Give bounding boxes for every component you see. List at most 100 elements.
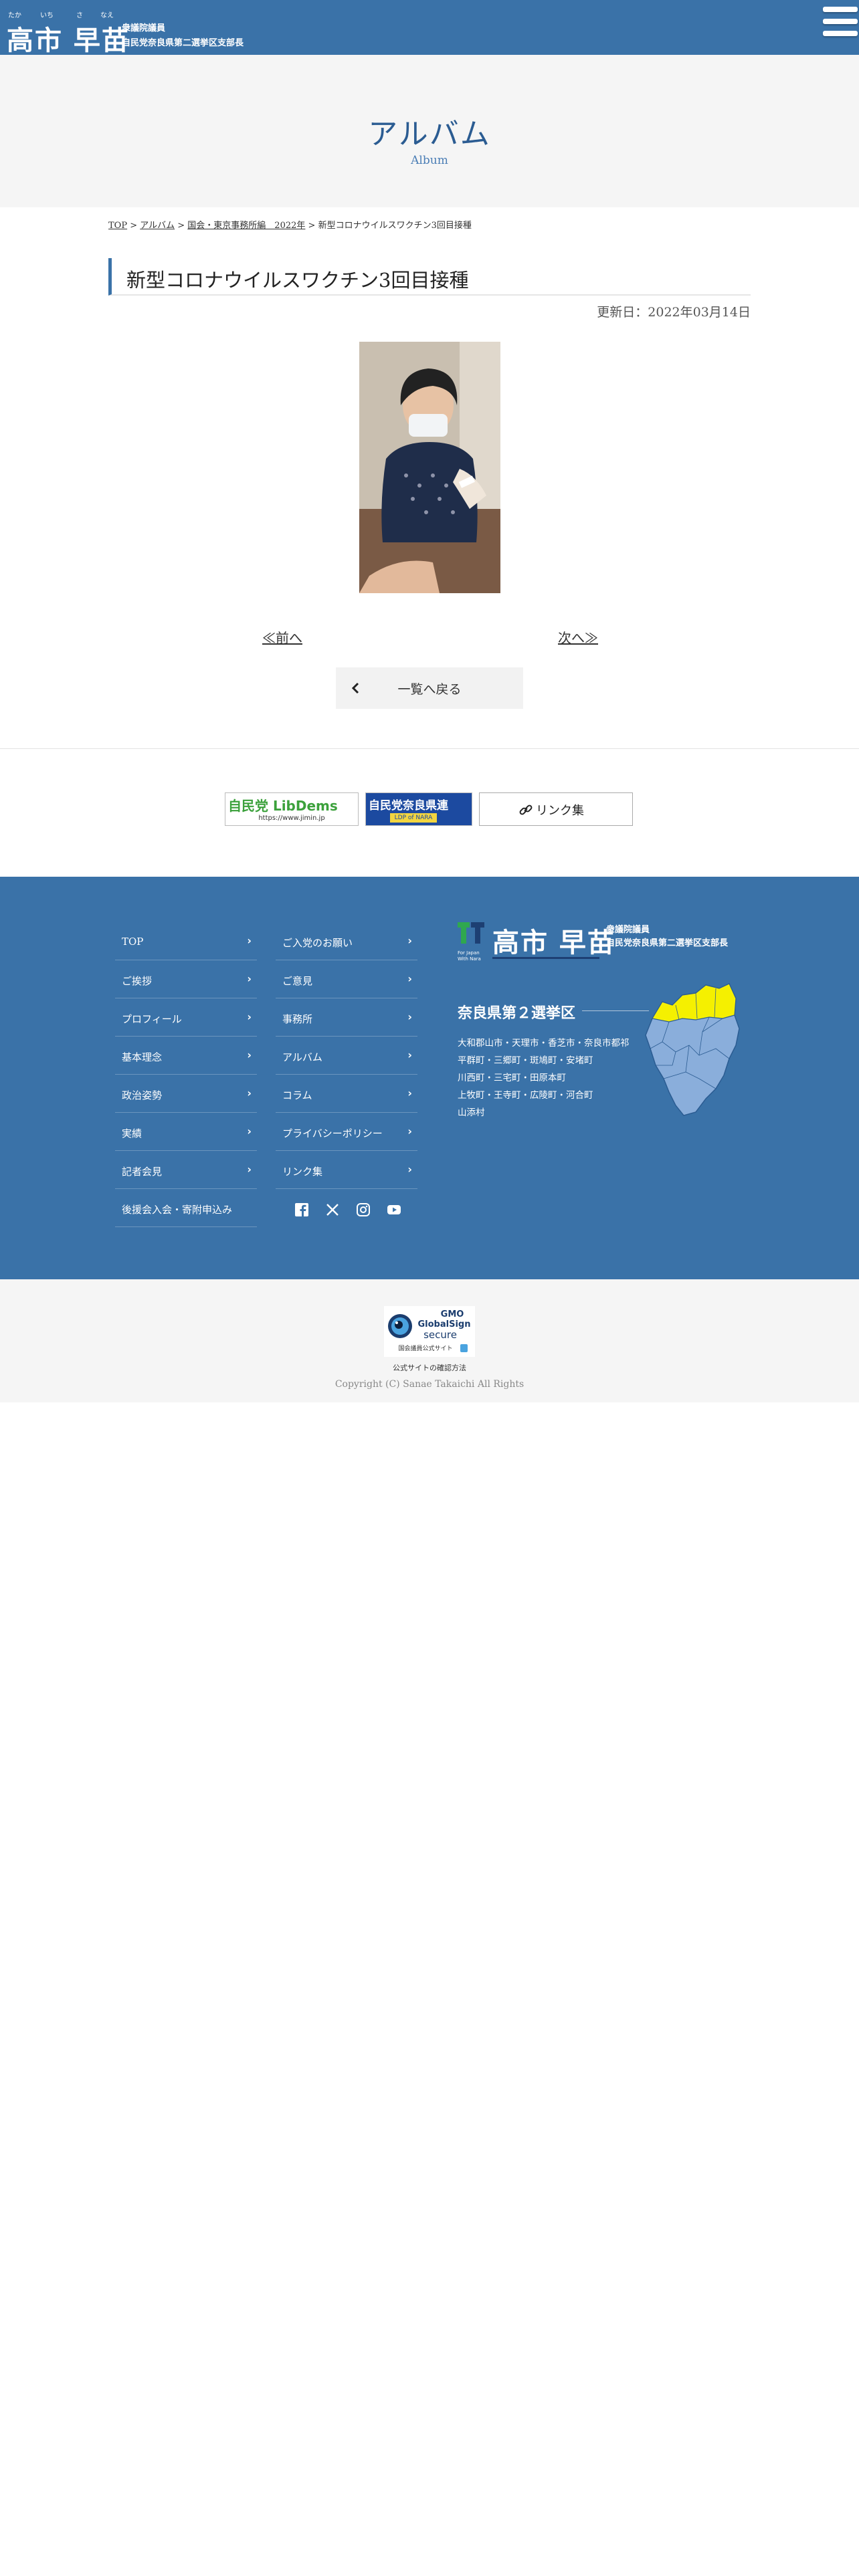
chevron-right-icon: › [407,972,412,985]
district-area: 山添村 [458,1107,485,1118]
breadcrumb-current: 新型コロナウイルスワクチン3回目接種 [318,221,472,231]
district-area: 平群町・三郷町・斑鳩町・安堵町 [458,1055,593,1066]
chevron-right-icon: › [407,1163,412,1176]
instagram-icon[interactable] [356,1202,371,1217]
seal-brand: GMO [441,1309,464,1319]
links-banner-label: リンク集 [536,804,584,818]
breadcrumb-separator: > [305,221,318,231]
chevron-right-icon: › [247,1010,252,1023]
footer-nav-join[interactable]: ご入党のお願い › [276,922,417,960]
footer-logo-subtitle: 衆議院議員 自民党奈良県第二選挙区支部長 [606,924,740,950]
back-to-list-label: 一覧へ戻る [397,682,462,697]
ruby-sa: さ [76,12,83,19]
photo-illustration [359,342,500,593]
footer-nav-supporters[interactable]: 後援会入会・寄附申込み [115,1189,257,1227]
album-photo [359,342,500,593]
article-title: 新型コロナウイルスワクチン3回目接種 [126,269,469,292]
x-icon[interactable] [325,1202,340,1217]
footer-nav-label: TOP [122,936,144,948]
hamburger-icon[interactable] [818,0,859,47]
chevron-right-icon: › [247,972,252,985]
footer-nav-label: 基本理念 [122,1051,163,1063]
chevron-right-icon: › [407,1087,412,1099]
next-link[interactable]: 次へ≫ [558,627,598,647]
name-ruby: たか いち さ なえ [7,9,114,19]
site-bottom: GMO GlobalSign secure 国会議員公式サイト 公式サイトの確認… [0,1279,859,1402]
footer-nav-office[interactable]: 事務所 › [276,998,417,1037]
footer-nav-label: 実績 [122,1128,142,1140]
footer-nav-label: ご入党のお願い [282,937,353,949]
footer-nav-label: プライバシーポリシー [282,1128,383,1140]
footer-nav-column[interactable]: コラム › [276,1075,417,1113]
site-footer: TOP › ご挨拶 › プロフィール › 基本理念 › 政治姿勢 › 実績 › 記者会見 › … [0,877,859,1279]
chevron-right-icon: › [247,1163,252,1176]
back-to-list-button[interactable]: 一覧へ戻る [336,667,523,709]
footer-nav-links[interactable]: リンク集 › [276,1151,417,1189]
article-title-bar: 新型コロナウイルスワクチン3回目接種 [108,258,751,296]
footer-nav-profile[interactable]: プロフィール › [115,998,257,1037]
jimin-banner-url: https://www.jimin.jp [258,815,325,822]
logo-name: 高市 早苗 [7,25,130,56]
breadcrumb-separator: > [127,221,140,231]
page-hero: アルバム Album [0,55,859,207]
district-title: 奈良県第２選挙区 [458,1004,576,1022]
footer-nav-achievements[interactable]: 実績 › [115,1113,257,1151]
footer-nav-policy[interactable]: 政治姿勢 › [115,1075,257,1113]
seal-name: GlobalSign [418,1319,471,1329]
footer-nav-col1: TOP › ご挨拶 › プロフィール › 基本理念 › 政治姿勢 › 実績 › 記者会見 › … [115,922,257,1227]
footer-nav-press[interactable]: 記者会見 › [115,1151,257,1189]
chain-link-icon [519,804,533,815]
seal-secure: secure [423,1329,457,1341]
footer-nav-label: 記者会見 [122,1166,163,1178]
footer-nav-col2: ご入党のお願い › ご意見 › 事務所 › アルバム › コラム › プライバシーポリシー… [276,922,417,1189]
footer-nav-label: プロフィール [122,1013,182,1025]
breadcrumb-album[interactable]: アルバム [140,221,175,231]
footer-nav-privacy[interactable]: プライバシーポリシー › [276,1113,417,1151]
breadcrumb-separator: > [175,221,188,231]
footer-nav-opinion[interactable]: ご意見 › [276,960,417,998]
footer-nav-label: コラム [282,1089,312,1101]
footer-nav-album[interactable]: アルバム › [276,1037,417,1075]
footer-logo-subtitle-line2: 自民党奈良県第二選挙区支部長 [606,938,729,948]
breadcrumb-top[interactable]: TOP [108,221,127,231]
nara-district-map [645,983,740,1116]
site-header: たか いち さ なえ 高市 早苗 衆議院議員 自民党奈良県第二選挙区支部長 [0,0,859,56]
ruby-nae: なえ [100,12,114,19]
facebook-icon[interactable] [294,1202,309,1217]
chevron-right-icon: › [407,1125,412,1138]
copyright: Copyright (C) Sanae Takaichi All Rights [335,1379,524,1390]
chevron-right-icon: › [407,1049,412,1061]
footer-nav-label: ご意見 [282,975,313,987]
nara-banner-title: 自民党奈良県連 [369,799,448,813]
logo-subtitle-line2: 自民党奈良県第二選挙区支部長 [122,38,244,48]
chevron-right-icon: › [407,1010,412,1023]
nara-banner[interactable]: 自民党奈良県連 LDP of NARA [365,792,472,826]
ruby-taka: たか [8,12,21,19]
jimin-banner-title: 自民党 LibDems [228,798,338,814]
links-banner[interactable]: リンク集 [479,792,633,826]
globalsign-seal[interactable]: GMO GlobalSign secure 国会議員公式サイト [384,1306,475,1357]
footer-nav-label: アルバム [282,1051,322,1063]
updated-date: 更新日：2022年03月14日 [597,305,751,320]
footer-logo[interactable]: 高市 早苗 衆議院議員 自民党奈良県第二選挙区支部長 For Japan Wit… [458,921,739,962]
footer-nav-label: リンク集 [282,1166,323,1178]
youtube-icon[interactable] [387,1202,401,1217]
chevron-right-icon: › [247,1087,252,1099]
district-area: 大和郡山市・天理市・香芝市・奈良市都祁 [458,1038,630,1049]
footer-nav-philosophy[interactable]: 基本理念 › [115,1037,257,1075]
ruby-ichi: いち [40,12,54,19]
logo-subtitle: 衆議院議員 自民党奈良県第二選挙区支部長 [122,21,282,51]
prev-link[interactable]: ≪前へ [262,627,302,647]
breadcrumb-category[interactable]: 国会・東京事務所編 2022年 [187,221,305,231]
footer-nav-label: ご挨拶 [122,975,153,987]
chevron-right-icon: › [407,934,412,947]
footer-nav-greeting[interactable]: ご挨拶 › [115,960,257,998]
footer-nav-top[interactable]: TOP › [115,922,257,960]
logo-subtitle-line1: 衆議院議員 [122,23,166,33]
seal-subtitle: 国会議員公式サイト [398,1344,452,1352]
jimin-banner[interactable]: 自民党 LibDems https://www.jimin.jp [225,792,359,826]
globalsign-seal-graphic: GMO GlobalSign secure 国会議員公式サイト [384,1306,475,1357]
chevron-right-icon: › [247,1125,252,1138]
footer-nav-label: 政治姿勢 [122,1089,163,1101]
nara-banner-sub: LDP of NARA [390,813,437,823]
